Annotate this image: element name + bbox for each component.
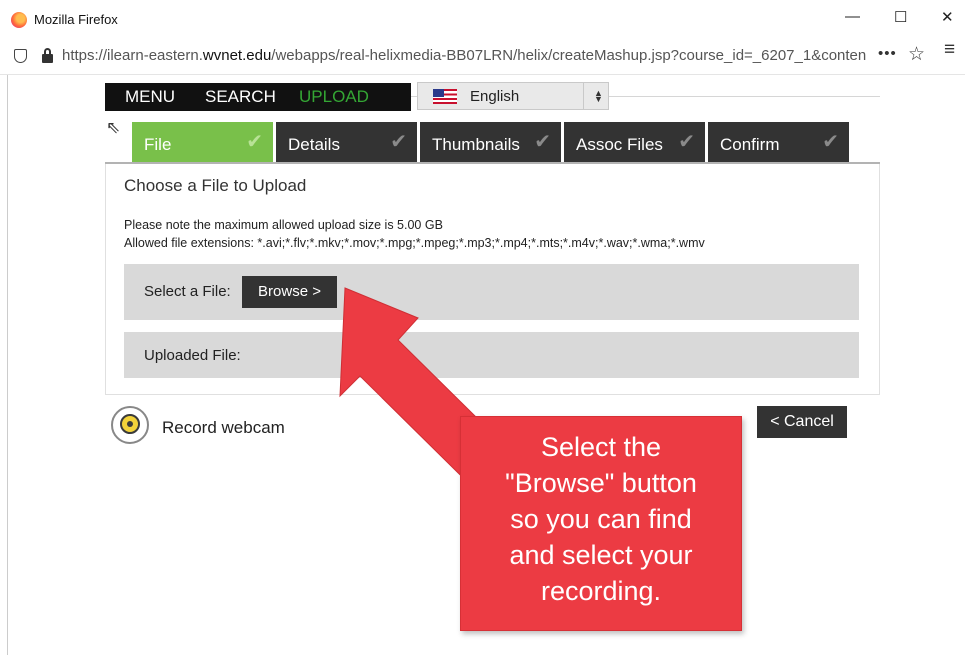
instruction-callout: Select the "Browse" button so you can fi… (460, 416, 742, 631)
callout-text: Select the "Browse" button so you can fi… (505, 432, 697, 606)
